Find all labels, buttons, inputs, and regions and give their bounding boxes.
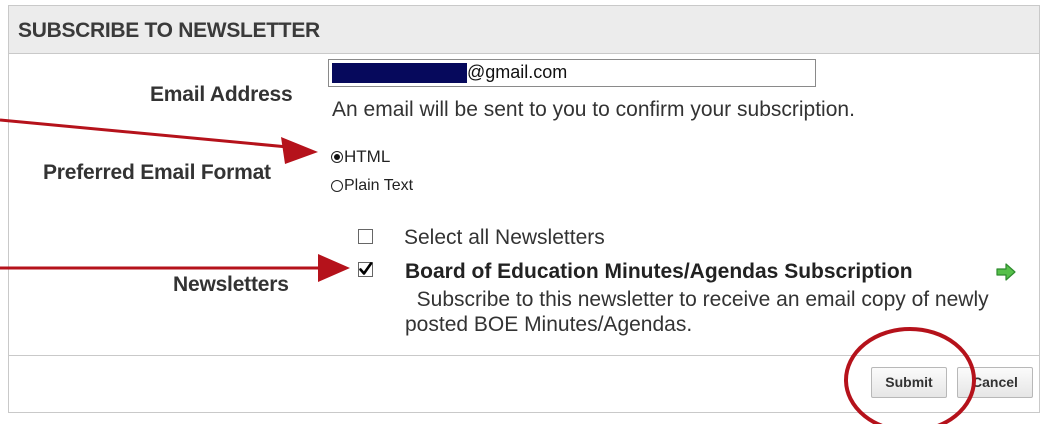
newsletter-title[interactable]: Board of Education Minutes/Agendas Subsc…	[405, 260, 913, 284]
panel-header: SUBSCRIBE TO NEWSLETTER	[9, 6, 1039, 54]
newsletter-description-text: Subscribe to this newsletter to receive …	[405, 288, 989, 336]
redaction-block	[332, 63, 467, 83]
email-field[interactable]: @gmail.com	[328, 59, 816, 87]
select-all-checkbox[interactable]	[358, 229, 373, 244]
select-all-label: Select all Newsletters	[404, 226, 605, 249]
checkmark-icon	[358, 262, 373, 277]
format-label: Preferred Email Format	[43, 161, 271, 184]
radio-html-label: HTML	[344, 147, 391, 166]
format-option-plain-text[interactable]: Plain Text	[331, 177, 413, 195]
radio-plain-text-label: Plain Text	[344, 177, 414, 194]
panel-title: SUBSCRIBE TO NEWSLETTER	[18, 19, 320, 42]
newsletter-description: Subscribe to this newsletter to receive …	[405, 287, 1005, 337]
email-hint: An email will be sent to you to confirm …	[332, 98, 855, 121]
arrow-right-icon[interactable]	[995, 262, 1017, 282]
cancel-button[interactable]: Cancel	[957, 367, 1033, 398]
submit-button[interactable]: Submit	[871, 367, 947, 398]
newsletters-label: Newsletters	[173, 273, 289, 296]
footer-divider	[9, 355, 1039, 356]
email-label: Email Address	[150, 83, 293, 106]
email-value: @gmail.com	[467, 62, 568, 82]
format-option-html[interactable]: HTML	[331, 147, 390, 167]
radio-plain-text[interactable]	[331, 180, 343, 192]
radio-html[interactable]	[331, 151, 343, 163]
newsletter-checkbox[interactable]	[358, 262, 373, 277]
